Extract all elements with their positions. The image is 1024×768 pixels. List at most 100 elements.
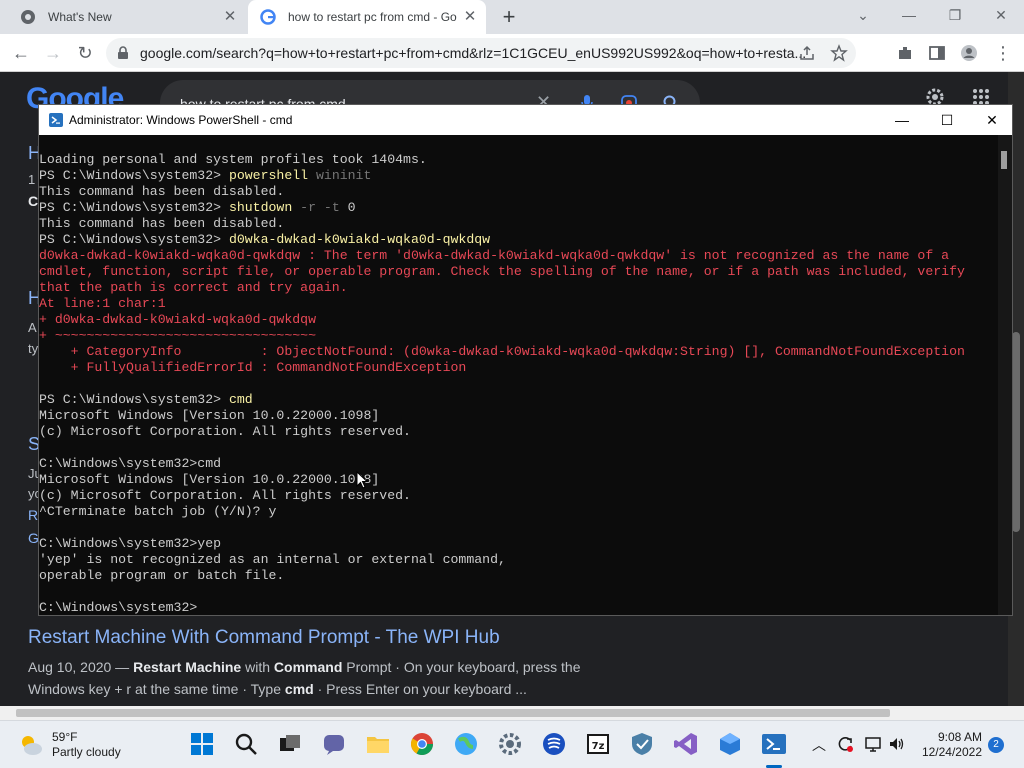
omnibox-actions <box>798 44 848 62</box>
console-prompt: PS C:\Windows\system32> <box>39 392 229 407</box>
search-icon[interactable] <box>233 731 259 757</box>
visual-studio-icon[interactable] <box>673 731 699 757</box>
notification-badge[interactable]: 2 <box>988 737 1004 753</box>
mouse-cursor-icon <box>356 471 368 489</box>
address-bar[interactable]: google.com/search?q=how+to+restart+pc+fr… <box>106 38 856 68</box>
console-output-text: Microsoft Windows [Version 10.0.22000.10… <box>39 408 380 423</box>
snippet-text: with <box>241 659 274 675</box>
profile-avatar-icon[interactable] <box>960 44 978 62</box>
new-tab-button[interactable]: + <box>498 6 520 29</box>
console-command: powershell <box>228 168 309 183</box>
chat-icon[interactable] <box>321 731 347 757</box>
console-line: PS C:\Windows\system32> cmd <box>39 392 997 408</box>
result-fragment: A <box>28 320 37 335</box>
search-result-snippet: Aug 10, 2020 — Restart Machine with Comm… <box>28 656 628 700</box>
console-output[interactable]: Loading personal and system profiles too… <box>39 152 997 616</box>
minimize-icon[interactable]: — <box>887 109 917 131</box>
powershell-icon <box>49 113 63 127</box>
console-line: 'yep' is not recognized as an internal o… <box>39 552 997 568</box>
console-line: At line:1 char:1 <box>39 296 997 312</box>
snippet-bold: cmd <box>284 681 314 697</box>
browser-menu-icon[interactable]: ⋮ <box>990 40 1016 66</box>
scrollbar-thumb[interactable] <box>1012 332 1020 532</box>
result-date: Aug 10, 2020 — <box>28 659 134 675</box>
settings-icon[interactable] <box>497 731 523 757</box>
console-error-text: cmdlet, function, script file, or operab… <box>39 264 965 279</box>
snippet-text: Windows key + r at the same time · Type <box>28 681 285 697</box>
console-prompt: PS C:\Windows\system32> <box>39 168 229 183</box>
lock-icon <box>118 46 128 59</box>
console-line: + CategoryInfo : ObjectNotFound: (d0wka-… <box>39 344 997 360</box>
powershell-icon[interactable] <box>761 731 787 757</box>
close-icon[interactable]: ✕ <box>977 109 1007 131</box>
bookmark-star-icon[interactable] <box>830 44 848 62</box>
console-line: This command has been disabled. <box>39 216 997 232</box>
tab-title: how to restart pc from cmd - Go <box>288 10 457 24</box>
tab-search-icon[interactable]: ⌄ <box>848 4 878 28</box>
file-explorer-icon[interactable] <box>365 731 391 757</box>
tab-google-search[interactable]: how to restart pc from cmd - Go ✕ <box>248 0 486 34</box>
forward-icon[interactable]: → <box>40 40 66 66</box>
chrome-icon[interactable] <box>409 731 435 757</box>
share-icon[interactable] <box>798 44 816 62</box>
result-fragment[interactable]: R <box>28 507 38 523</box>
console-line: (c) Microsoft Corporation. All rights re… <box>39 488 997 504</box>
7zip-icon[interactable]: 7z <box>585 731 611 757</box>
powershell-titlebar[interactable]: Administrator: Windows PowerShell - cmd … <box>39 105 1012 135</box>
restore-icon[interactable]: ❐ <box>940 4 970 28</box>
windows-taskbar: 59°F Partly cloudy 7z ︿ 9:08 AM 12/24/20… <box>0 720 1024 768</box>
vpn-icon[interactable] <box>541 731 567 757</box>
maximize-icon[interactable]: ☐ <box>932 109 962 131</box>
back-icon[interactable]: ← <box>8 40 34 66</box>
console-scrollbar[interactable] <box>998 135 1012 615</box>
scrollbar-thumb[interactable] <box>16 709 890 717</box>
show-hidden-icons-icon[interactable]: ︿ <box>812 735 826 755</box>
close-icon[interactable]: ✕ <box>986 4 1016 28</box>
scrollbar-thumb[interactable] <box>1001 151 1007 169</box>
partly-cloudy-icon <box>22 736 42 755</box>
minimize-icon[interactable]: — <box>894 4 924 28</box>
console-line: Microsoft Windows [Version 10.0.22000.10… <box>39 408 997 424</box>
volume-icon[interactable] <box>888 735 906 753</box>
console-error-text: d0wka-dwkad-k0wiakd-wqka0d-qwkdqw : The … <box>39 248 950 263</box>
search-result-title[interactable]: Restart Machine With Command Prompt - Th… <box>28 627 500 649</box>
reload-icon[interactable]: ↻ <box>72 40 98 66</box>
screen: What's New ✕ how to restart pc from cmd … <box>0 0 1024 768</box>
console-line: Microsoft Windows [Version 10.0.22000.10… <box>39 472 997 488</box>
globe-app-icon[interactable] <box>453 731 479 757</box>
console-command: d0wka-dwkad-k0wiakd-wqka0d-qwkdqw <box>228 232 491 247</box>
app-cube-icon[interactable] <box>717 731 743 757</box>
system-clock[interactable]: 9:08 AM 12/24/2022 <box>918 730 982 760</box>
console-output-text: Loading personal and system profiles too… <box>39 152 427 167</box>
browser-tabstrip: What's New ✕ how to restart pc from cmd … <box>0 0 1024 34</box>
console-output-text: This command has been disabled. <box>39 184 285 199</box>
powershell-window[interactable]: Administrator: Windows PowerShell - cmd … <box>38 104 1013 616</box>
start-icon[interactable] <box>189 731 215 757</box>
extensions-icon[interactable] <box>896 44 914 62</box>
network-icon[interactable] <box>864 735 882 753</box>
page-horizontal-scrollbar[interactable] <box>0 706 1024 720</box>
console-error-text: + ~~~~~~~~~~~~~~~~~~~~~~~~~~~~~~~~~ <box>39 328 316 343</box>
shield-icon[interactable] <box>629 731 655 757</box>
close-icon[interactable]: ✕ <box>222 9 238 25</box>
console-line: PS C:\Windows\system32> d0wka-dwkad-k0wi… <box>39 232 997 248</box>
update-icon[interactable] <box>836 735 854 753</box>
console-output-text: operable program or batch file. <box>39 568 285 583</box>
side-panel-icon[interactable] <box>928 44 946 62</box>
console-error-text: + d0wka-dwkad-k0wiakd-wqka0d-qwkdqw <box>39 312 316 327</box>
tab-whats-new[interactable]: What's New ✕ <box>8 0 246 34</box>
url-text: google.com/search?q=how+to+restart+pc+fr… <box>140 45 807 61</box>
snippet-bold: Restart Machine <box>133 659 242 675</box>
weather-widget[interactable]: 59°F Partly cloudy <box>18 730 121 760</box>
console-line: Loading personal and system profiles too… <box>39 152 997 168</box>
console-output-text: C:\Windows\system32> <box>39 600 198 615</box>
close-icon[interactable]: ✕ <box>462 9 478 25</box>
console-error-text: + FullyQualifiedErrorId : CommandNotFoun… <box>39 360 467 375</box>
result-fragment: ty <box>28 341 39 356</box>
weather-temp: 59°F <box>52 730 78 744</box>
console-line: This command has been disabled. <box>39 184 997 200</box>
task-view-icon[interactable] <box>277 731 303 757</box>
console-line: C:\Windows\system32>cmd <box>39 456 997 472</box>
